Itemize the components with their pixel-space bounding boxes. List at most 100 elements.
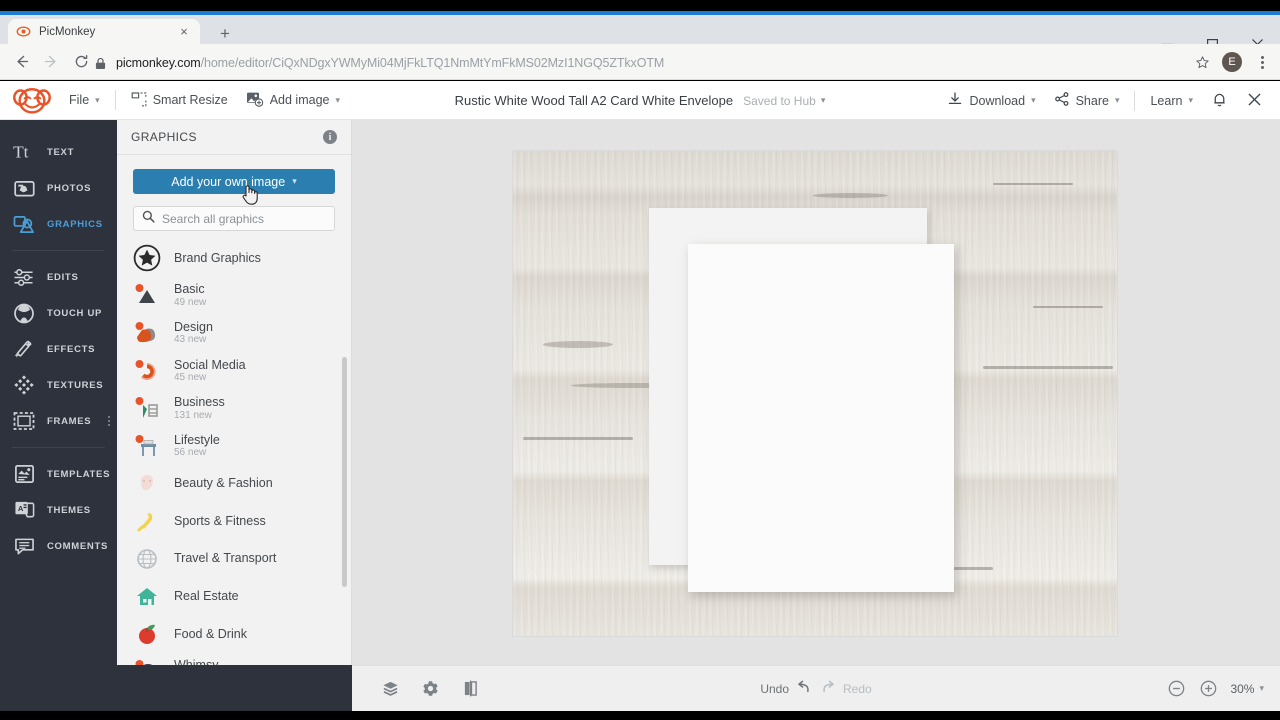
sidebar-divider bbox=[12, 250, 105, 251]
category-text: Lifestyle 56 new bbox=[174, 433, 220, 459]
close-icon bbox=[1246, 91, 1263, 111]
undo-redo-group: Undo Redo bbox=[352, 680, 1280, 697]
sidebar-item-graphics[interactable]: GRAPHICS bbox=[0, 206, 117, 242]
category-new-count: 56 new bbox=[174, 447, 220, 459]
undo-label: Undo bbox=[760, 682, 789, 696]
category-item-basic[interactable]: Basic 49 new bbox=[117, 277, 351, 315]
zoom-in-icon[interactable] bbox=[1198, 679, 1218, 699]
tab-close-icon[interactable]: × bbox=[176, 24, 192, 40]
three-dots-icon bbox=[1261, 56, 1264, 69]
sidebar-item-templates[interactable]: TEMPLATES bbox=[0, 456, 117, 492]
comment-icon bbox=[12, 534, 36, 558]
redo-button[interactable]: Redo bbox=[821, 680, 872, 697]
texture-grid-icon bbox=[12, 373, 36, 397]
category-item-social-media[interactable]: Social Media 45 new bbox=[117, 352, 351, 390]
category-text: Food & Drink bbox=[174, 627, 247, 641]
app-toolbar: File ▾ Smart Resize bbox=[0, 81, 1280, 120]
frames-more-options-icon[interactable] bbox=[108, 416, 110, 426]
download-icon bbox=[947, 91, 963, 110]
smart-resize-button[interactable]: Smart Resize bbox=[122, 81, 237, 120]
chevron-down-icon: ▾ bbox=[1188, 95, 1193, 106]
flip-icon[interactable] bbox=[460, 679, 480, 699]
graphics-panel-header: GRAPHICS i bbox=[117, 120, 351, 155]
sidebar-item-photos[interactable]: PHOTOS bbox=[0, 170, 117, 206]
new-tab-button[interactable]: + bbox=[214, 22, 236, 44]
svg-text:A: A bbox=[17, 504, 23, 513]
category-item-sports-fitness[interactable]: Sports & Fitness bbox=[117, 502, 351, 540]
canvas-photo[interactable] bbox=[513, 151, 1117, 636]
url-path: /home/editor/CiQxNDgxYWMyMi04MjFkLTQ1NmM… bbox=[201, 56, 665, 70]
add-image-button[interactable]: Add image ▾ bbox=[237, 81, 349, 120]
category-new-count: 49 new bbox=[174, 297, 206, 309]
share-button[interactable]: Share ▾ bbox=[1045, 81, 1129, 120]
category-item-food-drink[interactable]: Food & Drink bbox=[117, 615, 351, 653]
save-status-label: Saved to Hub bbox=[743, 94, 816, 108]
sidebar-item-touch-up[interactable]: TOUCH UP bbox=[0, 295, 117, 331]
sidebar-item-themes[interactable]: A THEMES bbox=[0, 492, 117, 528]
save-status[interactable]: Saved to Hub ▾ bbox=[743, 94, 825, 108]
category-item-travel-transport[interactable]: Travel & Transport bbox=[117, 540, 351, 578]
undo-icon bbox=[795, 680, 811, 697]
star-badge-icon bbox=[133, 244, 161, 272]
layers-icon[interactable] bbox=[380, 679, 400, 699]
wood-crack bbox=[983, 366, 1113, 369]
learn-menu[interactable]: Learn ▾ bbox=[1141, 81, 1202, 120]
add-your-own-image-button[interactable]: Add your own image ▾ bbox=[133, 169, 335, 194]
close-editor-button[interactable] bbox=[1237, 81, 1272, 120]
category-item-real-estate[interactable]: Real Estate bbox=[117, 577, 351, 615]
picmonkey-monkey-logo[interactable] bbox=[12, 86, 52, 114]
undo-button[interactable]: Undo bbox=[760, 680, 811, 697]
info-icon[interactable]: i bbox=[323, 130, 337, 144]
sidebar-item-text[interactable]: Tt TEXT bbox=[0, 134, 117, 170]
document-title[interactable]: Rustic White Wood Tall A2 Card White Env… bbox=[455, 93, 733, 108]
notifications-button[interactable] bbox=[1202, 81, 1237, 120]
category-item-design[interactable]: Design 43 new bbox=[117, 314, 351, 352]
file-menu[interactable]: File ▾ bbox=[60, 81, 109, 120]
chevron-down-icon: ▾ bbox=[95, 95, 100, 106]
browser-tab-title: PicMonkey bbox=[39, 26, 176, 38]
browser-tab[interactable]: PicMonkey × bbox=[8, 19, 200, 44]
category-text: Real Estate bbox=[174, 589, 239, 603]
sidebar-item-frames[interactable]: FRAMES bbox=[0, 403, 117, 439]
zoom-out-icon[interactable] bbox=[1166, 679, 1186, 699]
graphics-panel-scrollbar[interactable] bbox=[342, 357, 347, 587]
sidebar-item-edits[interactable]: EDITS bbox=[0, 259, 117, 295]
download-button[interactable]: Download ▾ bbox=[938, 81, 1044, 120]
profile-avatar[interactable]: E bbox=[1218, 48, 1246, 76]
back-button[interactable] bbox=[6, 47, 36, 77]
chevron-down-icon: ▾ bbox=[1259, 683, 1264, 694]
beauty-fashion-icon bbox=[133, 469, 161, 497]
address-bar[interactable]: picmonkey.com/home/editor/CiQxNDgxYWMyMi… bbox=[92, 51, 1162, 75]
bottom-sidebar-fill bbox=[0, 665, 352, 711]
category-name: Food & Drink bbox=[174, 627, 247, 641]
chevron-down-icon: ▾ bbox=[292, 176, 297, 187]
category-new-count: 45 new bbox=[174, 372, 246, 384]
category-item-lifestyle[interactable]: Lifestyle 56 new bbox=[117, 427, 351, 465]
category-item-beauty-fashion[interactable]: Beauty & Fashion bbox=[117, 465, 351, 503]
browser-menu-button[interactable] bbox=[1248, 48, 1276, 76]
category-item-business[interactable]: Business 131 new bbox=[117, 389, 351, 427]
sidebar-item-comments[interactable]: COMMENTS bbox=[0, 528, 117, 564]
sidebar-item-textures[interactable]: TEXTURES bbox=[0, 367, 117, 403]
category-name: Real Estate bbox=[174, 589, 239, 603]
chevron-down-icon: ▾ bbox=[1031, 95, 1036, 106]
category-text: Travel & Transport bbox=[174, 551, 276, 565]
category-text: Social Media 45 new bbox=[174, 358, 246, 384]
canvas-area[interactable] bbox=[352, 120, 1280, 665]
forward-button[interactable] bbox=[36, 47, 66, 77]
redo-label: Redo bbox=[843, 682, 872, 696]
search-input[interactable] bbox=[162, 212, 326, 226]
search-graphics-box[interactable] bbox=[133, 206, 335, 231]
category-item-brand-graphics[interactable]: Brand Graphics bbox=[117, 239, 351, 277]
bottom-left-tools bbox=[380, 679, 480, 699]
left-tool-sidebar: Tt TEXT PHOTOS GRAPHICS EDITS bbox=[0, 120, 117, 720]
sidebar-item-effects[interactable]: EFFECTS bbox=[0, 331, 117, 367]
svg-text:Tt: Tt bbox=[13, 142, 29, 161]
gear-icon[interactable] bbox=[420, 679, 440, 699]
add-image-label: Add image bbox=[270, 93, 330, 107]
smart-resize-icon bbox=[131, 91, 147, 110]
category-new-count: 43 new bbox=[174, 334, 213, 346]
zoom-level-selector[interactable]: 30% ▾ bbox=[1230, 682, 1264, 696]
sidebar-divider bbox=[12, 447, 105, 448]
star-icon[interactable] bbox=[1188, 48, 1216, 76]
